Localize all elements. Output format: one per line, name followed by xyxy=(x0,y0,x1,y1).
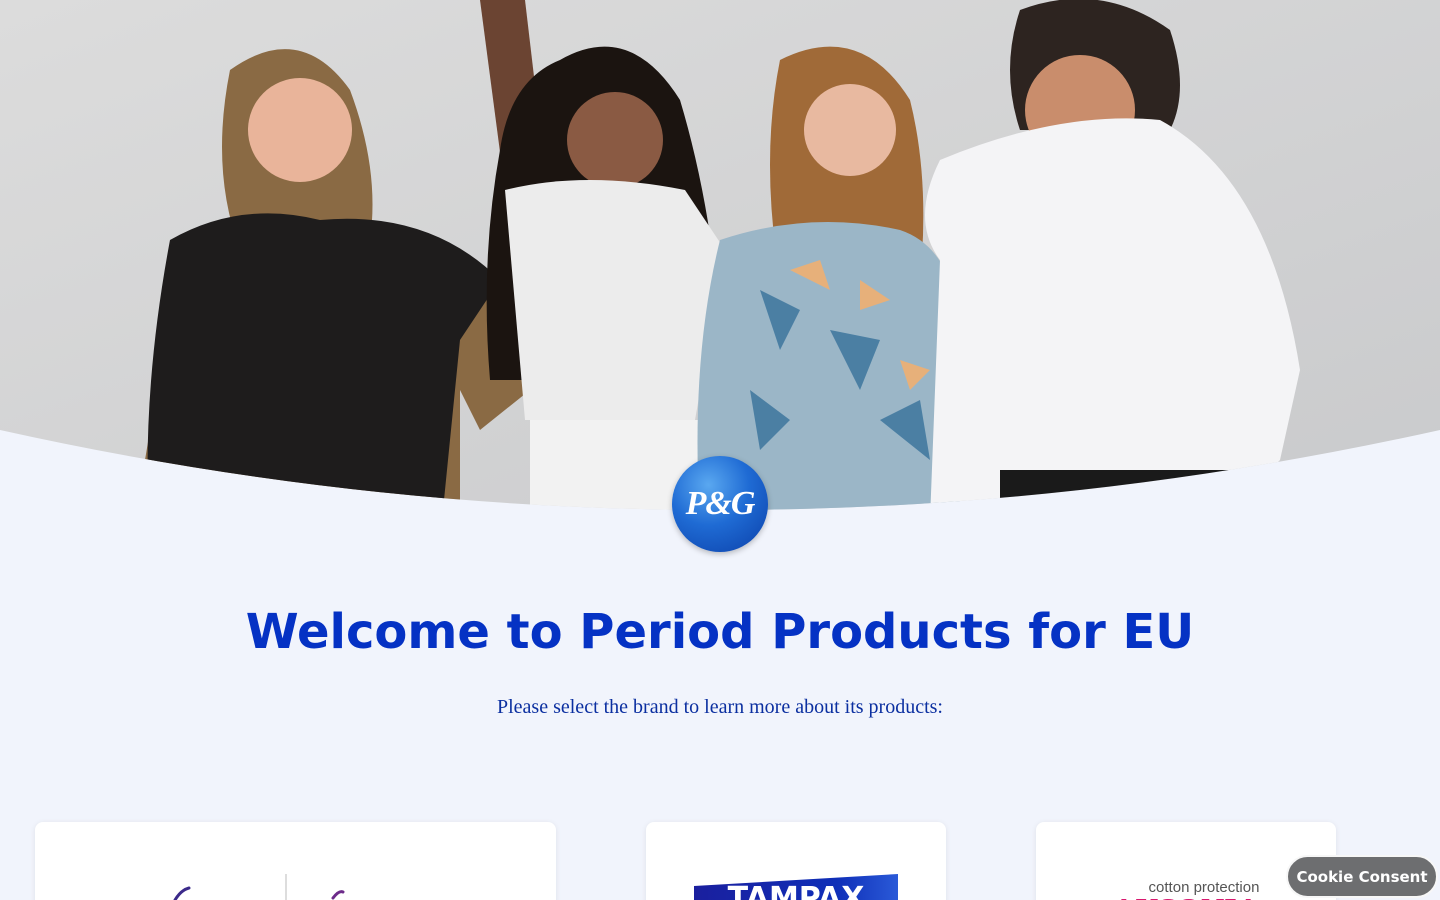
brand-card-tampax[interactable]: TAMPAX xyxy=(646,822,946,900)
pg-logo: P&G xyxy=(672,456,768,552)
cookie-consent-button[interactable]: Cookie Consent xyxy=(1286,855,1438,898)
brand-card-always-discreet[interactable] xyxy=(35,822,556,900)
pg-logo-text: P&G xyxy=(685,485,756,522)
hero-image xyxy=(0,0,1440,520)
always-discreet-logo xyxy=(173,874,345,900)
page-subtitle: Please select the brand to learn more ab… xyxy=(497,696,943,718)
ausonia-logo-text: AUSONIA xyxy=(1112,891,1260,900)
tampax-logo: TAMPAX xyxy=(694,874,898,900)
page-title: Welcome to Period Products for EU xyxy=(245,604,1195,660)
tampax-logo-text: TAMPAX xyxy=(728,881,865,900)
